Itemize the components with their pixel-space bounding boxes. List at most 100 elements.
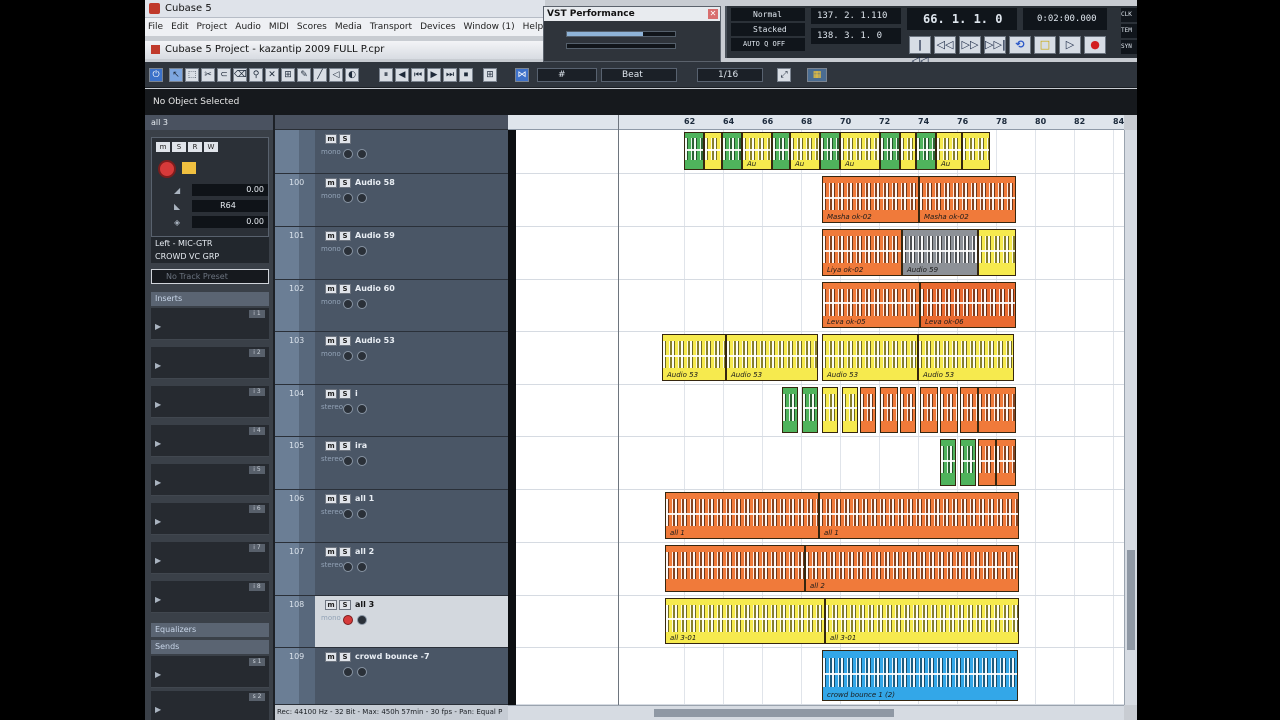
read-button[interactable]: R — [188, 142, 202, 152]
line-tool-icon[interactable]: ╱ — [313, 68, 327, 82]
monitor-icon[interactable] — [357, 193, 367, 203]
insert-slot[interactable]: i 2 ▶ — [151, 347, 269, 379]
send-slot[interactable]: s 2 ▶ — [151, 691, 269, 720]
record-enable-icon[interactable] — [343, 562, 353, 572]
fast-forward-button[interactable]: ▷▷ — [959, 36, 981, 54]
audio-event[interactable] — [842, 387, 858, 433]
track-mute-button[interactable]: m — [325, 441, 337, 451]
object-selection-tool-icon[interactable]: ↖ — [169, 68, 183, 82]
auto-scroll-icon[interactable]: ⏸ — [379, 68, 393, 82]
track-row[interactable]: m Smono — [275, 130, 508, 174]
track-row[interactable]: 107 m Sall 2 stereo — [275, 543, 508, 596]
stop-button[interactable]: □ — [1034, 36, 1056, 54]
position-display[interactable]: 66. 1. 1. 0 — [907, 8, 1017, 30]
mute-tool-icon[interactable]: ✕ — [265, 68, 279, 82]
audio-event[interactable]: Audio 53 — [726, 334, 818, 381]
track-expand-gutter[interactable] — [275, 130, 299, 173]
record-enable-icon[interactable] — [343, 149, 353, 159]
insert-slot[interactable]: i 1 ▶ — [151, 308, 269, 340]
monitor-icon[interactable] — [357, 351, 367, 361]
snap-on-icon[interactable]: ⋈ — [515, 68, 529, 82]
audio-event[interactable] — [665, 545, 805, 592]
menu-window[interactable]: Window (1) — [464, 18, 515, 36]
split-tool-icon[interactable]: ✂ — [201, 68, 215, 82]
equalizers-section-header[interactable]: Equalizers — [151, 623, 269, 637]
play-button[interactable]: ▷ — [1059, 36, 1081, 54]
audio-event[interactable] — [978, 387, 1016, 433]
record-enable-icon[interactable] — [343, 615, 353, 625]
audio-event[interactable]: Au — [742, 132, 772, 170]
inserts-section-header[interactable]: Inserts — [151, 292, 269, 306]
mute-button[interactable]: m — [156, 142, 170, 152]
record-enable-icon[interactable] — [343, 246, 353, 256]
track-solo-button[interactable]: S — [339, 652, 351, 662]
audio-event[interactable]: Masha ok-02 — [822, 176, 919, 223]
insert-slot[interactable]: i 7 ▶ — [151, 542, 269, 574]
track-row[interactable]: 105 m Sira stereo — [275, 437, 508, 490]
audio-event[interactable]: all 1 — [819, 492, 1019, 539]
monitor-icon[interactable] — [357, 299, 367, 309]
auto-quantize-toggle[interactable]: AUTO Q OFF — [731, 38, 805, 51]
audio-event[interactable] — [940, 439, 956, 486]
track-row[interactable]: 101 m S Audio 59 mono — [275, 227, 508, 280]
track-solo-button[interactable]: S — [339, 494, 351, 504]
output-routing[interactable]: CROWD VC GRP — [155, 250, 269, 263]
record-mode-normal[interactable]: Normal — [731, 8, 805, 21]
track-solo-button[interactable]: S — [339, 389, 351, 399]
edit-channel-icon[interactable] — [182, 162, 196, 174]
audio-event[interactable] — [860, 387, 876, 433]
tempo-button[interactable]: TEM — [1121, 24, 1137, 38]
track-row[interactable]: 108 m Sall 3 mono — [275, 596, 508, 648]
audio-event[interactable] — [900, 387, 916, 433]
track-mute-button[interactable]: m — [325, 389, 337, 399]
audio-event[interactable] — [822, 387, 838, 433]
record-mode-stacked[interactable]: Stacked — [731, 23, 805, 36]
horizontal-scroll-thumb[interactable] — [654, 709, 894, 717]
range-tool-icon[interactable]: ⬚ — [185, 68, 199, 82]
audio-event[interactable]: crowd bounce 1 (2) — [822, 650, 1018, 701]
monitor-icon[interactable] — [357, 404, 367, 414]
monitor-icon[interactable] — [357, 509, 367, 519]
nudge-right-icon[interactable]: ▶ — [427, 68, 441, 82]
record-enable-icon[interactable] — [343, 404, 353, 414]
solo-button[interactable]: S — [172, 142, 186, 152]
track-name[interactable]: crowd bounce -7 — [355, 652, 430, 661]
audio-event[interactable]: Audio 53 — [918, 334, 1014, 381]
track-name[interactable]: Audio 60 — [355, 284, 395, 293]
menu-scores[interactable]: Scores — [297, 18, 327, 36]
go-to-start-button[interactable]: |◁◁ — [909, 36, 931, 67]
audio-event[interactable]: all 2 — [805, 545, 1019, 592]
record-enable-icon[interactable] — [343, 509, 353, 519]
monitor-icon[interactable] — [357, 667, 367, 677]
audio-event[interactable] — [962, 132, 990, 170]
quantize-settings-icon[interactable]: ⤢ — [777, 68, 791, 82]
close-icon[interactable]: ✕ — [708, 9, 718, 19]
track-mute-button[interactable]: m — [325, 336, 337, 346]
menu-audio[interactable]: Audio — [235, 18, 261, 36]
menu-midi[interactable]: MIDI — [269, 18, 289, 36]
menu-edit[interactable]: Edit — [171, 18, 188, 36]
track-solo-button[interactable]: S — [339, 134, 351, 144]
monitor-icon[interactable] — [357, 615, 367, 625]
menu-file[interactable]: File — [148, 18, 163, 36]
track-preset-field[interactable]: No Track Preset — [151, 269, 269, 284]
audio-event[interactable]: Masha ok-02 — [919, 176, 1016, 223]
clock-sync-button[interactable]: CLK — [1121, 8, 1137, 22]
menu-project[interactable]: Project — [197, 18, 228, 36]
record-enable-icon[interactable] — [343, 193, 353, 203]
audio-event[interactable]: Audio 53 — [662, 334, 726, 381]
track-name[interactable]: all 3 — [355, 600, 374, 609]
monitor-icon[interactable] — [357, 562, 367, 572]
record-enable-icon[interactable] — [343, 456, 353, 466]
monitor-icon[interactable] — [357, 246, 367, 256]
zoom-tool-icon[interactable]: ⚲ — [249, 68, 263, 82]
time-display[interactable]: 0:02:00.000 — [1023, 8, 1107, 30]
audio-event[interactable] — [802, 387, 818, 433]
audio-event[interactable] — [900, 132, 916, 170]
record-enable-icon[interactable] — [158, 160, 176, 178]
track-solo-button[interactable]: S — [339, 336, 351, 346]
color-palette-icon[interactable]: ▦ — [807, 68, 827, 82]
activate-project-icon[interactable]: ⏻ — [149, 68, 163, 82]
insert-slot[interactable]: i 5 ▶ — [151, 464, 269, 496]
track-mute-button[interactable]: m — [325, 284, 337, 294]
